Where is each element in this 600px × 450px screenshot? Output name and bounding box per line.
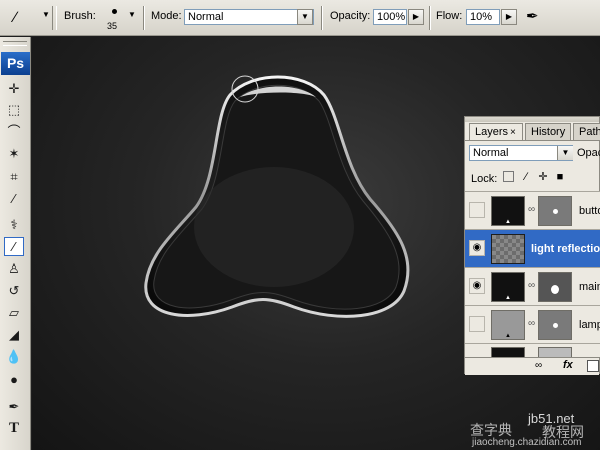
options-grip[interactable] [52,6,57,30]
toolbox: Ps ✛ ⬚ ⌒ ✶ ⌗ ∕ ⚕ ∕ ♙ ↺ ▱ ◢ 💧 ● ✒ T [0,37,31,450]
photoshop-logo[interactable]: Ps [1,52,30,75]
panel-footer: ∞ fx [465,357,599,375]
layer-mask-thumbnail[interactable] [538,196,572,226]
link-icon[interactable]: ∞ [528,318,535,329]
mode-label: Mode: [151,10,182,22]
history-brush-tool-icon[interactable]: ↺ [4,281,24,300]
layer-row[interactable]: ◉ ▲ ∞ main [465,267,600,305]
visibility-toggle[interactable] [469,202,485,218]
opacity-input[interactable]: 100% [373,9,407,25]
separator [321,6,323,30]
lock-label: Lock: [471,173,498,185]
layer-row[interactable]: ▲ ∞ butto [465,191,600,229]
layer-thumbnail: ▲ [491,310,525,340]
tab-history-label: History [531,126,566,138]
visibility-toggle[interactable] [469,316,485,332]
chevron-down-icon[interactable]: ▼ [42,10,50,19]
opacity-slider-arrow-icon[interactable]: ▶ [408,9,424,25]
brush-tool-icon[interactable]: ∕ [4,237,24,256]
mode-dropdown-icon[interactable]: ▼ [297,9,313,25]
brush-tool-preset-icon[interactable]: ∕ [14,8,36,28]
centre-glow [194,167,354,287]
clone-stamp-tool-icon[interactable]: ♙ [4,259,24,278]
tab-layers-label: Layers [475,126,509,138]
layer-thumbnail [491,347,525,357]
move-tool-icon[interactable]: ✛ [4,79,24,98]
flow-input[interactable]: 10% [466,9,500,25]
layer-mask-thumbnail[interactable] [538,272,572,302]
options-bar: ∕ ▼ Brush: 35 ▼ Mode: Normal ▼ Opacity: … [0,0,600,36]
tab-history[interactable]: History [525,123,571,140]
blend-mode-value: Normal [473,147,509,159]
paint-bucket-tool-icon[interactable]: ◢ [4,325,24,344]
layer-thumbnail [491,234,525,264]
link-icon[interactable]: ∞ [528,280,535,291]
tab-paths[interactable]: Path [573,123,600,140]
dodge-tool-icon[interactable]: ● [4,370,24,389]
layer-opacity-label: Opac [577,147,600,159]
layer-name: main [579,281,600,293]
brush-picker-chevron-icon[interactable]: ▼ [128,10,136,19]
magic-wand-tool-icon[interactable]: ✶ [4,144,24,163]
layer-row[interactable]: ▲ ∞ lamp [465,305,600,343]
link-layers-icon[interactable]: ∞ [535,360,542,371]
crop-tool-icon[interactable]: ⌗ [4,167,24,186]
layer-mask-thumbnail[interactable] [538,310,572,340]
flow-slider-arrow-icon[interactable]: ▶ [501,9,517,25]
tab-layers[interactable]: Layers × [469,123,523,141]
layer-thumbnail: ▲ [491,196,525,226]
layer-name: butto [579,205,600,217]
add-mask-icon[interactable] [587,360,599,372]
layer-mask-thumbnail[interactable] [538,347,572,357]
layer-thumbnail: ▲ [491,272,525,302]
fx-icon[interactable]: fx [563,359,573,371]
tab-paths-label: Path [579,126,600,138]
close-icon[interactable]: × [510,127,516,138]
mode-value: Normal [188,11,224,23]
lock-position-icon[interactable]: ✛ [537,171,549,183]
marquee-tool-icon[interactable]: ⬚ [4,100,24,119]
separator [429,6,431,30]
layer-name: light reflection [531,243,600,255]
panel-titlebar[interactable] [465,117,599,122]
eraser-tool-icon[interactable]: ▱ [4,303,24,322]
blur-tool-icon[interactable]: 💧 [4,347,24,366]
tab-divider [465,140,599,141]
mode-select[interactable]: Normal [184,9,314,25]
toolbox-grip[interactable] [3,41,27,46]
eye-icon[interactable]: ◉ [469,278,485,294]
lock-all-icon[interactable]: ■ [554,171,566,183]
watermark-url: jiaocheng.chazidian.com [472,437,582,448]
flow-label: Flow: [436,10,463,22]
layers-panel: Layers× History Path Normal ▼ Opac Lock:… [464,116,600,375]
type-tool-icon[interactable]: T [4,419,24,438]
link-icon[interactable]: ∞ [528,204,535,215]
lock-image-icon[interactable]: ∕ [520,171,532,183]
layer-row[interactable] [465,343,600,357]
opacity-label: Opacity: [330,10,371,22]
brush-label: Brush: [64,10,96,22]
eye-icon[interactable]: ◉ [469,240,485,256]
healing-brush-tool-icon[interactable]: ⚕ [4,215,24,234]
layer-row[interactable]: ◉ light reflection [465,229,600,267]
brush-preview-icon[interactable] [112,9,117,14]
layer-name: lamp [579,319,600,331]
airbrush-icon[interactable]: ✒ [526,7,548,27]
pen-tool-icon[interactable]: ✒ [4,397,24,416]
opacity-value: 100% [377,11,406,23]
separator [143,6,145,30]
brush-size: 35 [107,21,118,31]
lasso-tool-icon[interactable]: ⌒ [4,122,24,141]
blend-mode-dropdown-icon[interactable]: ▼ [557,146,573,160]
slice-tool-icon[interactable]: ∕ [4,189,24,208]
lock-transparency-icon[interactable] [503,171,514,182]
flow-value: 10% [470,11,493,23]
